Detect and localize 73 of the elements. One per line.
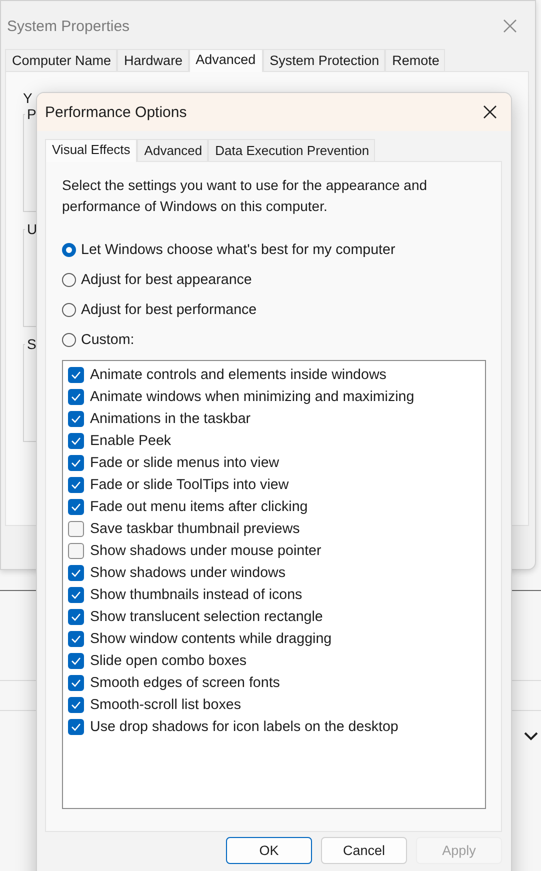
check-icon: [71, 437, 81, 445]
checkbox[interactable]: [68, 499, 84, 515]
check-icon: [71, 415, 81, 423]
checkbox-label[interactable]: Animate controls and elements inside windows: [90, 367, 386, 383]
radio-button[interactable]: [62, 303, 76, 317]
tab[interactable]: Advanced: [188, 49, 263, 72]
checkbox[interactable]: [68, 411, 84, 427]
radio-button[interactable]: [62, 333, 76, 347]
checkbox[interactable]: [68, 521, 84, 537]
tab[interactable]: Computer Name: [5, 49, 118, 71]
checkbox[interactable]: [68, 367, 84, 383]
checkbox[interactable]: [68, 543, 84, 559]
tab[interactable]: Data Execution Prevention: [208, 139, 376, 161]
checkbox-label[interactable]: Show translucent selection rectangle: [90, 609, 323, 625]
checkbox-label[interactable]: Fade or slide ToolTips into view: [90, 477, 289, 493]
check-icon: [71, 503, 81, 511]
checkbox[interactable]: [68, 455, 84, 471]
checkbox[interactable]: [68, 719, 84, 735]
tab[interactable]: Visual Effects: [45, 139, 138, 162]
check-icon: [71, 679, 81, 687]
checkbox[interactable]: [68, 697, 84, 713]
tab[interactable]: Hardware: [117, 49, 189, 71]
checkbox[interactable]: [68, 675, 84, 691]
check-icon: [71, 613, 81, 621]
dialog-title: Performance Options: [45, 104, 187, 120]
checkbox-label[interactable]: Show shadows under windows: [90, 565, 286, 581]
check-icon: [71, 371, 81, 379]
check-icon: [71, 459, 81, 467]
check-icon: [71, 569, 81, 577]
window-title: System Properties: [7, 18, 130, 34]
radio-label[interactable]: Adjust for best appearance: [81, 272, 252, 288]
checkbox-label[interactable]: Slide open combo boxes: [90, 653, 247, 669]
checkbox[interactable]: [68, 587, 84, 603]
checkbox[interactable]: [68, 433, 84, 449]
checkbox-label[interactable]: Smooth-scroll list boxes: [90, 697, 241, 713]
check-icon: [71, 481, 81, 489]
intro-text: Y: [23, 90, 34, 106]
tab[interactable]: Remote: [385, 49, 446, 71]
check-icon: [71, 723, 81, 731]
checkbox-label[interactable]: Show thumbnails instead of icons: [90, 587, 302, 603]
chevron-icon[interactable]: [524, 732, 538, 741]
checkbox-label[interactable]: Use drop shadows for icon labels on the desktop: [90, 719, 398, 735]
check-icon: [71, 393, 81, 401]
dialog-button[interactable]: OK: [226, 837, 312, 864]
tab[interactable]: System Protection: [262, 49, 386, 71]
radio-label[interactable]: Custom:: [81, 332, 134, 348]
check-icon: [71, 591, 81, 599]
radio-label[interactable]: Let Windows choose what's best for my computer: [81, 242, 396, 258]
checkbox-label[interactable]: Save taskbar thumbnail previews: [90, 521, 300, 537]
checkbox-label[interactable]: Enable Peek: [90, 433, 172, 449]
check-icon: [71, 701, 81, 709]
checkbox[interactable]: [68, 477, 84, 493]
checkbox[interactable]: [68, 653, 84, 669]
checkbox[interactable]: [68, 609, 84, 625]
checkbox[interactable]: [68, 389, 84, 405]
close-icon[interactable]: [483, 105, 497, 119]
checkbox-label[interactable]: Fade or slide menus into view: [90, 455, 280, 471]
check-icon: [71, 635, 81, 643]
tab[interactable]: Advanced: [137, 139, 208, 161]
checkbox-label[interactable]: Show window contents while dragging: [90, 631, 332, 647]
checkbox-label[interactable]: Animations in the taskbar: [90, 411, 251, 427]
description-text: Select the settings you want to use for the appearance and performance of Windows on this computer.: [62, 176, 428, 216]
checkbox-label[interactable]: Animate windows when minimizing and maximizing: [90, 389, 414, 405]
checkbox-label[interactable]: Show shadows under mouse pointer: [90, 543, 322, 559]
checkbox[interactable]: [68, 565, 84, 581]
checkbox-label[interactable]: Smooth edges of screen fonts: [90, 675, 280, 691]
checkbox[interactable]: [68, 631, 84, 647]
radio-label[interactable]: Adjust for best performance: [81, 302, 257, 318]
dialog-button[interactable]: Cancel: [321, 837, 407, 864]
radio-button[interactable]: [62, 243, 76, 257]
radio-button[interactable]: [62, 273, 76, 287]
check-icon: [71, 657, 81, 665]
checkbox-label[interactable]: Fade out menu items after clicking: [90, 499, 308, 515]
